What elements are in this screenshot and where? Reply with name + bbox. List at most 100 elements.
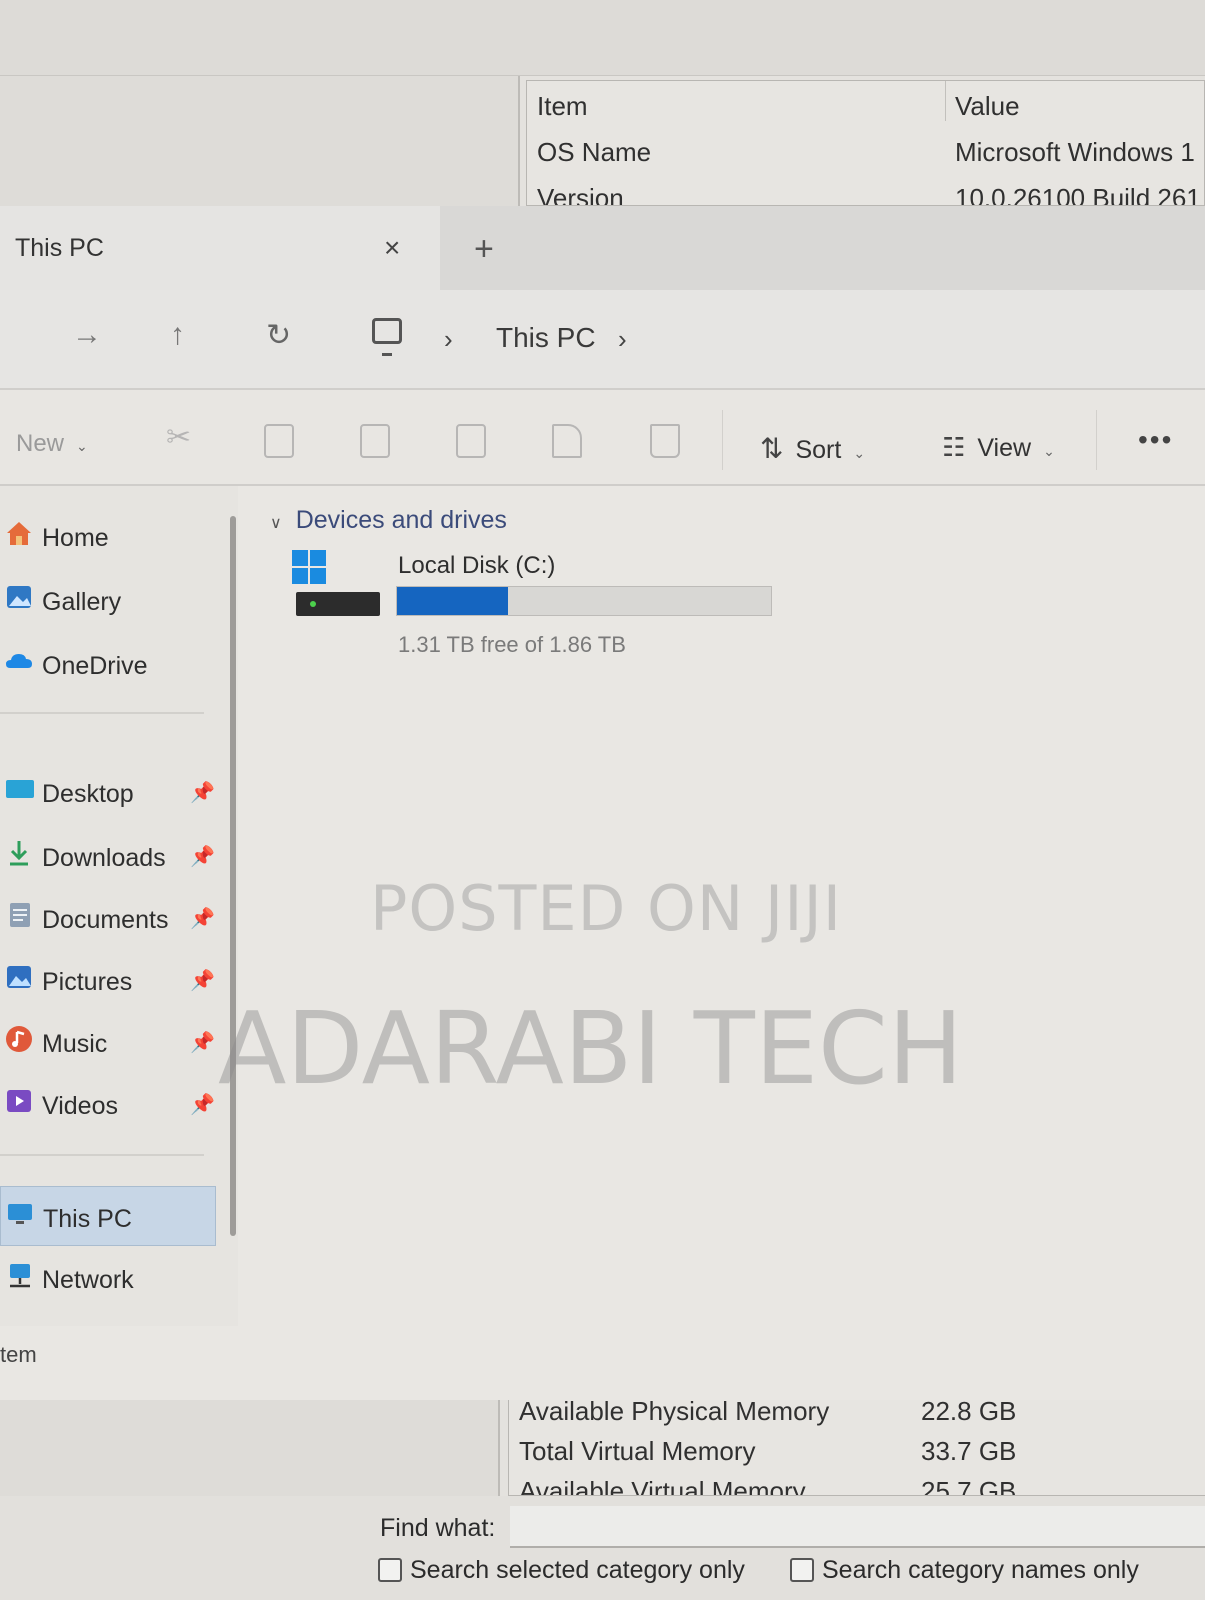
windows-logo-icon — [292, 550, 326, 584]
row-item: Available Virtual Memory — [519, 1476, 806, 1496]
copy-icon[interactable] — [264, 424, 294, 458]
desktop-folder-icon — [6, 780, 34, 798]
home-icon — [7, 522, 31, 545]
pin-icon[interactable]: 📌 — [190, 968, 215, 993]
breadcrumb-chevron-icon[interactable]: › — [618, 324, 627, 355]
drive-usage-bar — [396, 586, 772, 616]
sidebar-item-videos[interactable]: Videos 📌 — [0, 1074, 216, 1134]
chevron-down-icon: ⌄ — [76, 438, 88, 454]
pin-icon[interactable]: 📌 — [190, 780, 215, 805]
pin-icon[interactable]: 📌 — [190, 844, 215, 869]
new-button-label: New — [16, 430, 65, 457]
find-what-label: Find what: — [380, 1514, 496, 1542]
breadcrumb-this-pc[interactable]: This PC — [496, 322, 596, 354]
sidebar-item-this-pc[interactable]: This PC — [0, 1186, 216, 1246]
drive-local-disk-c[interactable]: Local Disk (C:) 1.31 TB free of 1.86 TB — [292, 548, 792, 658]
find-what-input[interactable] — [510, 1506, 1205, 1548]
documents-icon — [10, 903, 30, 927]
drive-name: Local Disk (C:) — [398, 552, 556, 579]
view-icon: ☷ — [942, 432, 966, 462]
more-options-icon[interactable]: ••• — [1138, 424, 1173, 456]
sidebar-item-label: Downloads — [42, 844, 166, 872]
sidebar-item-home[interactable]: Home — [0, 506, 216, 566]
sidebar-item-downloads[interactable]: Downloads 📌 — [0, 826, 216, 886]
new-tab-button[interactable]: + — [474, 230, 494, 269]
column-divider[interactable] — [945, 81, 946, 121]
command-bar: New ⌄ ✂ ⇅ Sort ⌄ ☷ View ⌄ ••• — [0, 390, 1205, 486]
sidebar-item-gallery[interactable]: Gallery — [0, 570, 216, 630]
chevron-down-icon: ∨ — [270, 515, 282, 532]
music-icon — [6, 1026, 32, 1052]
sidebar-item-pictures[interactable]: Pictures 📌 — [0, 950, 216, 1010]
checkbox-label: Search category names only — [822, 1556, 1139, 1584]
sidebar-item-onedrive[interactable]: OneDrive — [0, 634, 216, 694]
computer-icon[interactable] — [372, 318, 402, 356]
up-icon[interactable]: ↑ — [170, 318, 185, 352]
sidebar-item-music[interactable]: Music 📌 — [0, 1012, 216, 1072]
forward-icon[interactable]: → — [72, 318, 102, 352]
paste-icon[interactable] — [360, 424, 390, 458]
sysinfo-tree-pane-lower — [0, 1400, 500, 1496]
table-row[interactable]: Version 10.0.26100 Build 261 — [527, 173, 1204, 206]
new-button[interactable]: New ⌄ — [16, 430, 88, 458]
view-button[interactable]: ☷ View ⌄ — [942, 432, 1055, 463]
sidebar-item-label: Videos — [42, 1092, 118, 1120]
sidebar-item-label: Network — [42, 1266, 134, 1294]
videos-icon — [7, 1090, 31, 1112]
pin-icon[interactable]: 📌 — [190, 1030, 215, 1055]
column-header-item[interactable]: Item — [537, 91, 588, 122]
watermark-posted-on-jiji: POSTED ON JIJI — [370, 872, 843, 945]
sysinfo-details-grid-lower[interactable]: Available Physical Memory 22.8 GB Total … — [508, 1400, 1205, 1496]
sidebar-item-label: Documents — [42, 906, 169, 934]
drive-usage-fill — [397, 587, 508, 615]
hard-drive-icon — [296, 592, 380, 616]
sidebar-item-desktop[interactable]: Desktop 📌 — [0, 762, 216, 822]
sort-label: Sort — [795, 436, 842, 464]
watermark-adarabi-tech: ADARABI TECH — [218, 990, 964, 1107]
search-selected-category-checkbox[interactable]: Search selected category only — [378, 1556, 745, 1585]
sidebar-item-network[interactable]: Network — [0, 1248, 216, 1308]
pin-icon[interactable]: 📌 — [190, 906, 215, 931]
sysinfo-details-grid[interactable]: Item Value OS Name Microsoft Windows 1 V… — [526, 80, 1205, 206]
breadcrumb-chevron-icon[interactable]: › — [444, 324, 453, 355]
network-icon — [10, 1264, 30, 1288]
pin-icon[interactable]: 📌 — [190, 1092, 215, 1117]
search-category-names-checkbox[interactable]: Search category names only — [790, 1556, 1139, 1585]
close-tab-icon[interactable]: × — [384, 232, 400, 264]
sysinfo-tree-pane[interactable] — [0, 76, 520, 206]
row-item: Version — [537, 183, 624, 206]
computer-icon — [8, 1204, 32, 1224]
sidebar-item-documents[interactable]: Documents 📌 — [0, 888, 216, 948]
row-value: Microsoft Windows 1 — [955, 137, 1195, 167]
share-icon[interactable] — [552, 424, 582, 458]
chevron-down-icon: ⌄ — [1043, 443, 1055, 459]
file-explorer-window: This PC × + → ↑ ↻ › This PC › New ⌄ ✂ ⇅ So… — [0, 206, 1205, 1400]
sidebar-item-label: Music — [42, 1030, 108, 1058]
cut-icon[interactable]: ✂ — [166, 420, 196, 454]
row-value: 25.7 GB — [921, 1476, 1017, 1496]
pictures-icon — [7, 966, 31, 988]
view-label: View — [977, 434, 1032, 462]
column-header-value[interactable]: Value — [955, 91, 1020, 122]
group-title: Devices and drives — [295, 506, 507, 534]
row-item: Available Physical Memory — [519, 1400, 830, 1426]
rename-icon[interactable] — [456, 424, 486, 458]
cloud-icon — [6, 654, 32, 668]
group-header-devices[interactable]: ∨ Devices and drives — [270, 506, 507, 535]
sidebar-item-label: Gallery — [42, 588, 122, 616]
checkbox-box[interactable] — [378, 1558, 402, 1582]
tab-this-pc[interactable]: This PC × — [0, 206, 440, 290]
table-row[interactable]: OS Name Microsoft Windows 1 — [527, 127, 1204, 173]
sidebar-scrollbar[interactable] — [230, 516, 236, 1236]
sidebar-item-label: Home — [42, 524, 109, 552]
sort-button[interactable]: ⇅ Sort ⌄ — [760, 432, 865, 465]
delete-icon[interactable] — [650, 424, 680, 458]
sidebar-item-label: Desktop — [42, 780, 134, 808]
refresh-icon[interactable]: ↻ — [266, 318, 291, 353]
find-bar: Find what: Search selected category only… — [0, 1496, 1205, 1600]
row-item: OS Name — [537, 137, 652, 167]
sort-icon: ⇅ — [760, 433, 784, 464]
tab-bar: This PC × + — [0, 206, 1205, 290]
table-row[interactable]: Available Virtual Memory 25.7 GB — [509, 1466, 1188, 1496]
checkbox-box[interactable] — [790, 1558, 814, 1582]
